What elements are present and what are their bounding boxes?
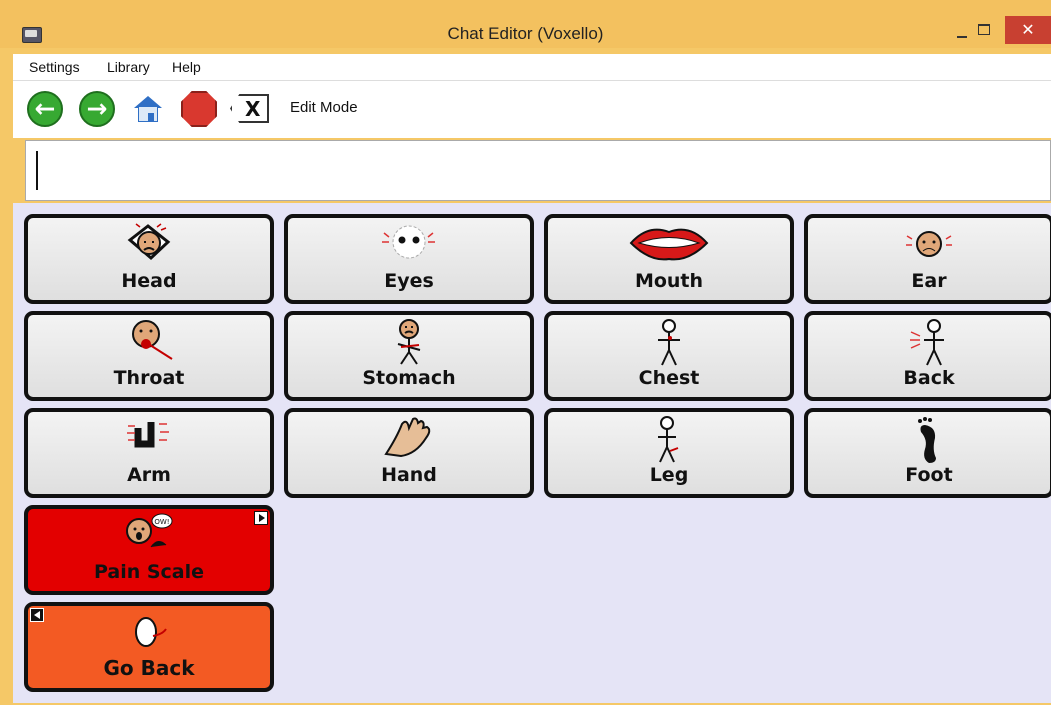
maximize-button[interactable] (968, 16, 1002, 44)
back-arrow-icon: ← (34, 94, 56, 123)
title-bar[interactable]: Chat Editor (Voxello) ✕ (0, 0, 1051, 48)
close-button[interactable]: ✕ (1005, 16, 1051, 44)
throat-icon (132, 320, 173, 360)
text-cursor (36, 151, 38, 190)
eyes-icon (382, 225, 435, 259)
pain-scale-icon: OW! (126, 513, 173, 548)
mouth-icon (629, 228, 709, 261)
back-badge-icon (30, 608, 44, 622)
ear-icon (906, 231, 952, 257)
menu-help[interactable]: Help (172, 59, 201, 75)
stop-button[interactable] (181, 91, 217, 127)
foot-icon (918, 417, 936, 463)
menu-settings[interactable]: Settings (29, 59, 80, 75)
tile-mouth[interactable]: Mouth (544, 214, 794, 304)
arm-icon (127, 422, 169, 448)
delete-button[interactable]: X (230, 94, 269, 123)
back-icon (910, 319, 944, 366)
home-button[interactable] (130, 91, 166, 127)
tile-hand[interactable]: Hand (284, 408, 534, 498)
menu-library[interactable]: Library (107, 59, 150, 75)
menu-bar: Settings Library Help (13, 54, 1051, 81)
tile-eyes[interactable]: Eyes (284, 214, 534, 304)
head-pain-icon (127, 223, 171, 261)
tile-ear[interactable]: Ear (804, 214, 1051, 304)
pain-speech-bubble: OW! (154, 518, 169, 526)
forward-arrow-icon: → (86, 94, 108, 123)
chat-editor-window: Chat Editor (Voxello) ✕ Settings Library… (0, 0, 1051, 705)
stomach-icon (397, 319, 421, 365)
chest-icon (658, 319, 680, 366)
toolbar: ← → X Edit Mode (13, 81, 1051, 138)
back-arrow-button[interactable]: ← (27, 91, 63, 127)
tile-go-back[interactable]: Go Back (24, 602, 274, 692)
tile-arm[interactable]: Arm (24, 408, 274, 498)
forward-arrow-button[interactable]: → (79, 91, 115, 127)
communication-board: Head Eyes Mouth Ear Throat Stomach Chest (13, 203, 1051, 703)
leg-icon (658, 416, 679, 463)
tile-leg[interactable]: Leg (544, 408, 794, 498)
tile-chest[interactable]: Chest (544, 311, 794, 401)
tile-stomach[interactable]: Stomach (284, 311, 534, 401)
tile-throat[interactable]: Throat (24, 311, 274, 401)
edit-mode-label: Edit Mode (290, 99, 358, 116)
hand-icon (384, 417, 431, 458)
go-back-icon (135, 617, 167, 647)
window-title: Chat Editor (Voxello) (447, 24, 604, 43)
tile-back[interactable]: Back (804, 311, 1051, 401)
tile-foot[interactable]: Foot (804, 408, 1051, 498)
tile-head[interactable]: Head (24, 214, 274, 304)
message-input[interactable] (25, 140, 1051, 201)
forward-badge-icon (254, 511, 268, 525)
tile-pain-scale[interactable]: OW! Pain Scale (24, 505, 274, 595)
